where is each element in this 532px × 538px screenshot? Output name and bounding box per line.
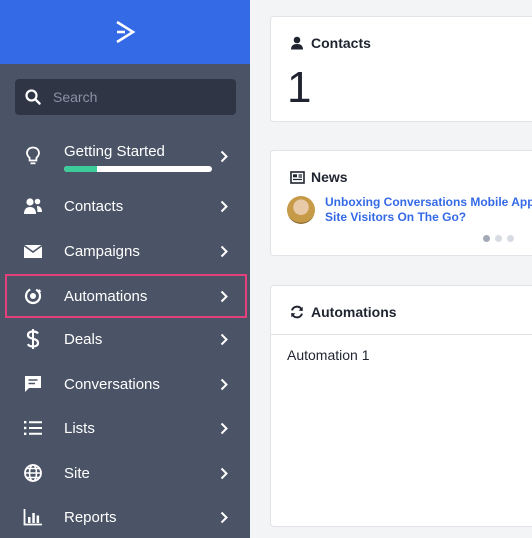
sidebar-item-label: Automations xyxy=(64,287,148,305)
card-title: Automations xyxy=(289,304,397,320)
card-title: News xyxy=(289,169,348,185)
chevron-right-icon xyxy=(218,377,230,391)
contacts-count: 1 xyxy=(287,63,312,112)
search-icon xyxy=(25,89,41,105)
sidebar-item-label: Campaigns xyxy=(64,242,140,260)
chevron-right-icon xyxy=(218,199,230,213)
chevron-right-icon xyxy=(218,510,230,524)
card-title: Contacts xyxy=(289,35,371,51)
contacts-icon xyxy=(23,196,43,216)
automations-card-title: Automations xyxy=(311,304,397,320)
carousel-dot[interactable] xyxy=(507,235,514,242)
envelope-icon xyxy=(23,241,43,261)
automation-item[interactable]: Automation 1 xyxy=(287,347,370,363)
sidebar-item-label: Conversations xyxy=(64,375,160,393)
chevron-right-icon xyxy=(218,466,230,480)
contacts-card[interactable]: Contacts 1 xyxy=(270,16,532,122)
news-article-link[interactable]: Unboxing Conversations Mobile App: W Sit… xyxy=(325,195,532,225)
sidebar-item-conversations[interactable]: Conversations xyxy=(0,362,250,406)
sidebar-item-label: Contacts xyxy=(64,197,124,215)
sidebar-item-label: Reports xyxy=(64,508,117,526)
dollar-icon xyxy=(23,329,43,349)
person-icon xyxy=(289,35,305,51)
list-icon xyxy=(23,418,43,438)
sidebar-item-lists[interactable]: Lists xyxy=(0,406,250,450)
carousel-dot[interactable] xyxy=(495,235,502,242)
contacts-card-title: Contacts xyxy=(311,35,371,51)
chevron-right-icon xyxy=(218,421,230,435)
news-headline-line2: Site Visitors On The Go? xyxy=(325,210,467,224)
sidebar-item-label: Site xyxy=(64,464,90,482)
refresh-icon xyxy=(289,304,305,320)
chevron-right-icon xyxy=(218,289,230,303)
search-input[interactable] xyxy=(53,89,213,105)
sidebar-item-contacts[interactable]: Contacts xyxy=(0,184,250,228)
carousel-dots xyxy=(483,235,514,242)
sidebar-item-label: Deals xyxy=(64,330,103,348)
logo-chevron-icon xyxy=(116,20,136,44)
chevron-right-icon xyxy=(218,332,230,346)
sidebar-item-label: Getting Started xyxy=(64,143,165,160)
chat-icon xyxy=(23,374,43,394)
news-card: News Unboxing Conversations Mobile App: … xyxy=(270,150,532,256)
sidebar-item-deals[interactable]: Deals xyxy=(0,317,250,361)
sidebar-item-automations[interactable]: Automations xyxy=(5,274,247,318)
news-headline-line1: Unboxing Conversations Mobile App: W xyxy=(325,195,532,209)
chevron-right-icon xyxy=(218,149,230,163)
carousel-dot[interactable] xyxy=(483,235,490,242)
newspaper-icon xyxy=(289,169,305,185)
automations-card: Automations Automation 1 xyxy=(270,285,532,527)
chevron-right-icon xyxy=(218,244,230,258)
dashboard-content: Contacts 1 News Unboxing Conversations M… xyxy=(250,0,532,538)
lightbulb-icon xyxy=(23,146,43,166)
sidebar: Getting Started Contacts xyxy=(0,0,250,538)
globe-icon xyxy=(23,463,43,483)
search-box[interactable] xyxy=(15,79,236,115)
brand-logo[interactable] xyxy=(0,0,250,64)
author-avatar xyxy=(287,196,315,224)
sidebar-item-campaigns[interactable]: Campaigns xyxy=(0,229,250,273)
sidebar-item-site[interactable]: Site xyxy=(0,451,250,495)
news-card-title: News xyxy=(311,169,348,185)
automations-icon xyxy=(23,286,43,306)
getting-started-progress xyxy=(64,166,212,172)
sidebar-item-label: Lists xyxy=(64,419,95,437)
sidebar-item-reports[interactable]: Reports xyxy=(0,495,250,538)
card-header: Automations xyxy=(271,286,532,335)
bar-chart-icon xyxy=(23,507,43,527)
